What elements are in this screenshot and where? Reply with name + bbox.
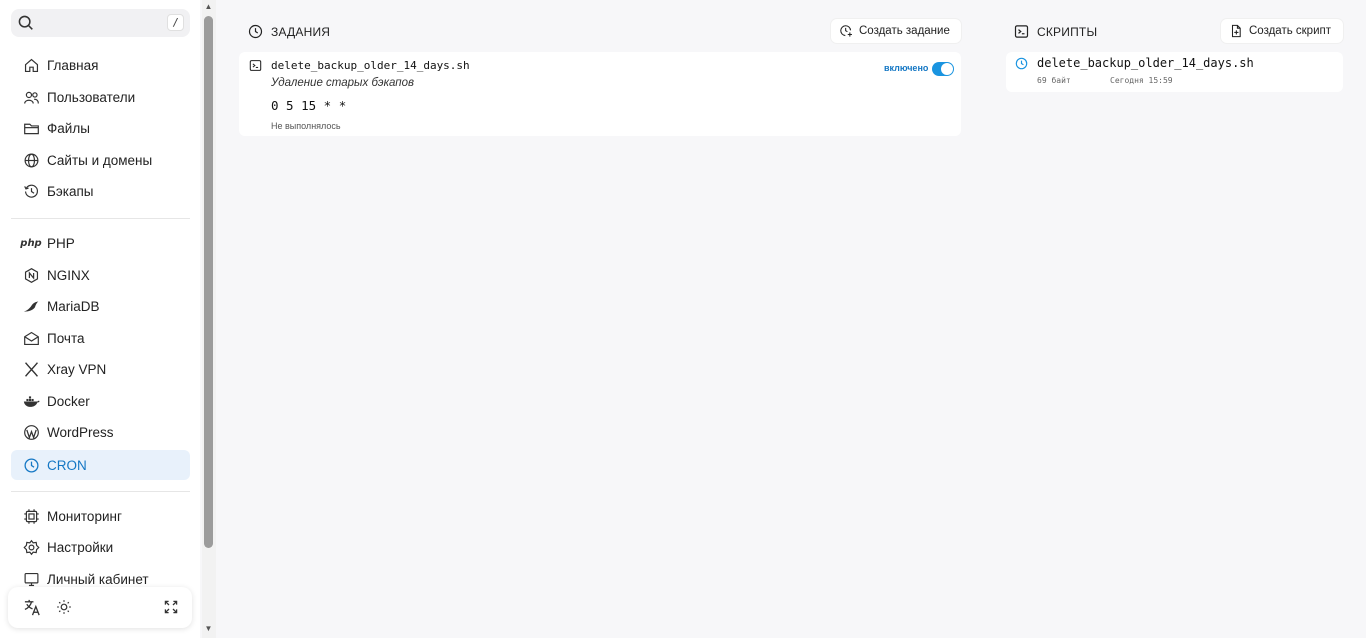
xray-icon [22, 360, 40, 378]
translate-icon[interactable] [22, 597, 42, 617]
sidebar-item-label: Главная [47, 57, 99, 73]
task-last-run: Не выполнялось [271, 121, 341, 131]
task-status-label: включено [884, 63, 929, 73]
bottom-toolbar [8, 587, 192, 628]
scroll-down-arrow-icon[interactable]: ▼ [204, 625, 213, 633]
sidebar-item-cron[interactable]: CRON [11, 450, 190, 480]
script-filename: delete_backup_older_14_days.sh [1037, 56, 1254, 70]
sidebar-item-nginx[interactable]: NGINX [11, 260, 190, 290]
globe-icon [22, 151, 40, 169]
sidebar-item-mail[interactable]: Почта [11, 323, 190, 353]
sidebar-divider [11, 218, 190, 219]
create-task-button[interactable]: Создать задание [831, 19, 961, 43]
theme-sun-icon[interactable] [54, 597, 74, 617]
settings-icon [22, 538, 40, 556]
sidebar-item-label: Бэкапы [47, 183, 94, 199]
script-modified: Сегодня 15:59 [1110, 76, 1173, 85]
sidebar-item-label: Xray VPN [47, 361, 107, 377]
task-description: Удаление старых бэкапов [271, 77, 414, 89]
sidebar-item-sites[interactable]: Сайты и домены [11, 145, 190, 175]
mariadb-icon [22, 297, 40, 315]
file-plus-icon [1231, 24, 1241, 38]
fullscreen-icon[interactable] [161, 597, 181, 617]
sidebar-item-php[interactable]: php PHP [11, 228, 190, 258]
sidebar-item-label: WordPress [47, 424, 114, 440]
monitoring-icon [22, 507, 40, 525]
task-schedule: 0 5 15 * * [271, 98, 347, 113]
sidebar-item-label: PHP [47, 235, 75, 251]
create-script-button[interactable]: Создать скрипт [1221, 19, 1343, 43]
sidebar-item-label: Docker [47, 393, 90, 409]
sidebar-item-label: Личный кабинет [47, 571, 149, 587]
sidebar-item-users[interactable]: Пользователи [11, 82, 190, 112]
sidebar-item-xray[interactable]: Xray VPN [11, 354, 190, 384]
sidebar-item-docker[interactable]: Docker [11, 386, 190, 416]
script-size: 69 байт [1037, 76, 1071, 85]
sidebar-item-label: CRON [47, 457, 87, 473]
sidebar: / Главная Пользователи Файлы Сайты и дом… [0, 0, 200, 638]
nginx-icon [22, 266, 40, 284]
monitor-icon [22, 570, 40, 588]
clock-plus-icon [840, 25, 852, 37]
sidebar-item-label: Почта [47, 330, 85, 346]
terminal-icon [249, 60, 262, 71]
sidebar-item-label: Сайты и домены [47, 152, 153, 168]
sidebar-item-label: Пользователи [47, 89, 136, 105]
sidebar-item-backups[interactable]: Бэкапы [11, 176, 190, 206]
sidebar-item-mariadb[interactable]: MariaDB [11, 291, 190, 321]
tasks-section-title: ЗАДАНИЯ [248, 24, 330, 39]
clock-icon [248, 24, 263, 39]
scroll-up-arrow-icon[interactable]: ▲ [204, 3, 213, 11]
sidebar-divider [11, 491, 190, 492]
sidebar-item-wordpress[interactable]: WordPress [11, 417, 190, 447]
sidebar-item-label: Мониторинг [47, 508, 122, 524]
sidebar-item-label: Файлы [47, 120, 90, 136]
search-input[interactable]: / [11, 9, 190, 37]
wordpress-icon [22, 423, 40, 441]
sidebar-item-label: Настройки [47, 539, 114, 555]
docker-icon [22, 392, 40, 410]
folder-icon [22, 119, 40, 137]
script-card[interactable]: delete_backup_older_14_days.sh 69 байт С… [1006, 52, 1343, 92]
clock-icon [22, 456, 40, 474]
sidebar-item-home[interactable]: Главная [11, 50, 190, 80]
sidebar-scroll-thumb[interactable] [204, 16, 213, 548]
php-icon: php [20, 237, 42, 249]
task-filename: delete_backup_older_14_days.sh [271, 59, 470, 72]
terminal-icon [1014, 25, 1029, 38]
task-card[interactable]: delete_backup_older_14_days.sh Удаление … [239, 52, 961, 136]
search-shortcut-badge: / [167, 14, 184, 31]
sidebar-item-settings[interactable]: Настройки [11, 532, 190, 562]
home-icon [22, 56, 40, 74]
sidebar-item-files[interactable]: Файлы [11, 113, 190, 143]
mail-icon [22, 329, 40, 347]
sidebar-item-label: NGINX [47, 267, 90, 283]
history-icon [22, 182, 40, 200]
task-enabled-toggle[interactable] [932, 62, 954, 76]
sidebar-item-monitoring[interactable]: Мониторинг [11, 501, 190, 531]
clock-icon [1015, 57, 1028, 70]
scripts-section-title: СКРИПТЫ [1014, 24, 1097, 39]
users-icon [22, 88, 40, 106]
search-icon [18, 15, 33, 30]
sidebar-item-label: MariaDB [47, 298, 100, 314]
